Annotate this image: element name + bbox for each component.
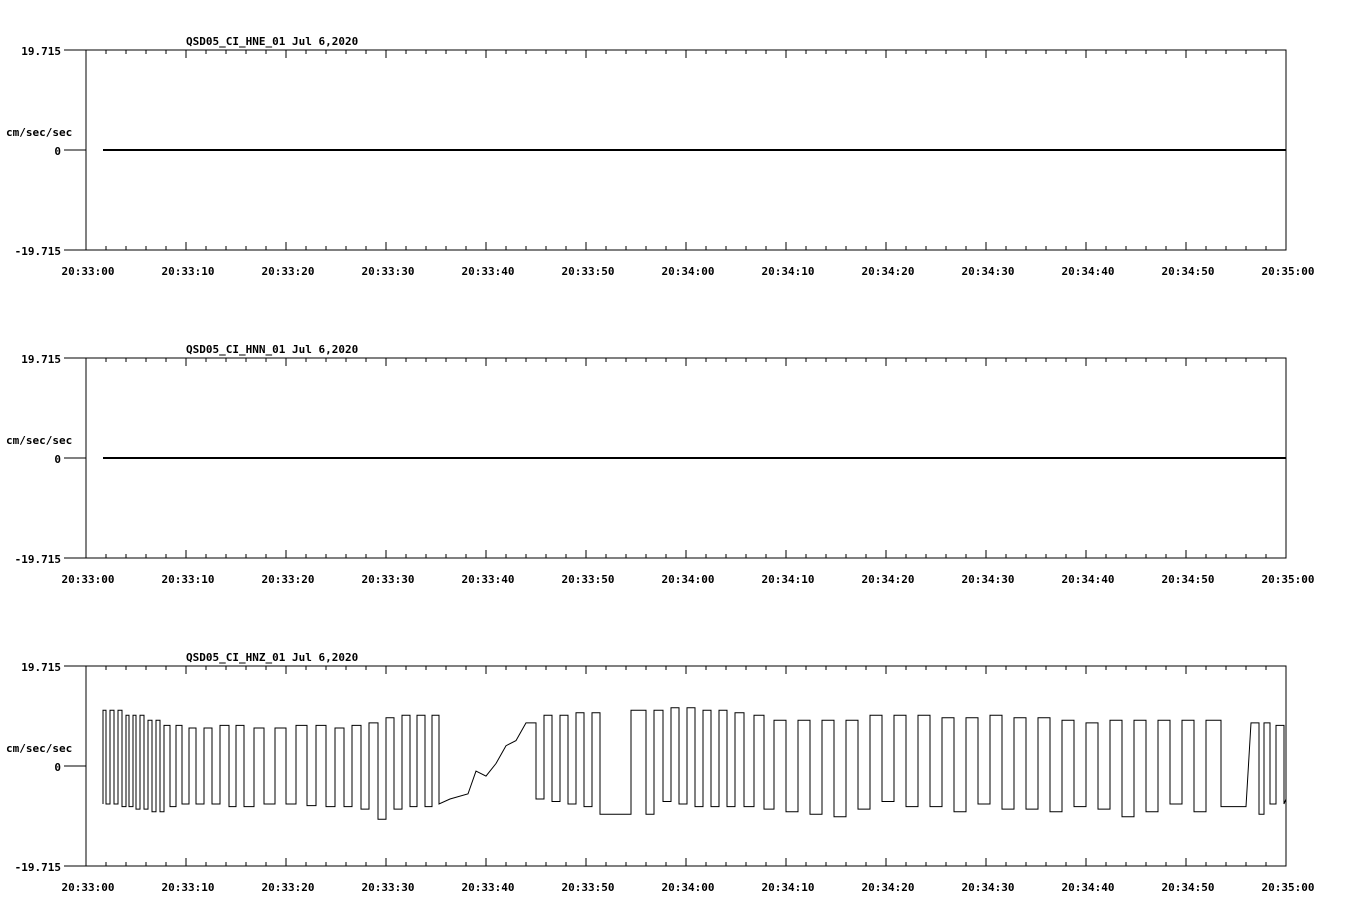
chart-title: QSD05_CI_HNN_01 Jul 6,2020 <box>186 343 358 356</box>
x-tick-label: 20:33:50 <box>562 265 615 278</box>
x-tick-label: 20:34:30 <box>962 573 1015 586</box>
x-tick-label: 20:35:00 <box>1262 573 1315 586</box>
x-tick-label: 20:33:00 <box>62 881 115 894</box>
seismogram-figure: QSD05_CI_HNE_01 Jul 6,2020 cm/sec/sec 19… <box>6 35 1314 894</box>
x-tick-label: 20:33:50 <box>562 881 615 894</box>
x-tick-label: 20:33:10 <box>162 573 215 586</box>
y-tick-label-zero: 0 <box>54 145 61 158</box>
x-tick-label: 20:33:30 <box>362 265 415 278</box>
x-tick-label: 20:33:30 <box>362 573 415 586</box>
x-tick-label: 20:34:40 <box>1062 573 1115 586</box>
x-tick-label: 20:34:00 <box>662 573 715 586</box>
x-tick-label: 20:34:30 <box>962 881 1015 894</box>
y-tick-label-bottom: -19.715 <box>15 245 61 258</box>
x-tick-label: 20:34:20 <box>862 573 915 586</box>
x-tick-label: 20:33:00 <box>62 265 115 278</box>
y-tick-label-top: 19.715 <box>21 353 61 366</box>
y-tick-label-zero: 0 <box>54 453 61 466</box>
x-tick-label: 20:33:20 <box>262 265 315 278</box>
x-tick-label: 20:34:30 <box>962 265 1015 278</box>
x-tick-label: 20:33:00 <box>62 573 115 586</box>
x-tick-label: 20:35:00 <box>1262 881 1315 894</box>
x-tick-label: 20:34:40 <box>1062 265 1115 278</box>
y-tick-label-top: 19.715 <box>21 661 61 674</box>
chart-title: QSD05_CI_HNZ_01 Jul 6,2020 <box>186 651 358 664</box>
y-tick-label-bottom: -19.715 <box>15 553 61 566</box>
x-tick-label: 20:34:50 <box>1162 265 1215 278</box>
x-tick-label: 20:34:00 <box>662 881 715 894</box>
x-tick-label: 20:33:40 <box>462 265 515 278</box>
x-tick-label: 20:34:40 <box>1062 881 1115 894</box>
x-tick-label: 20:33:40 <box>462 573 515 586</box>
x-tick-label: 20:35:00 <box>1262 265 1315 278</box>
x-tick-label: 20:34:20 <box>862 881 915 894</box>
x-tick-label: 20:33:40 <box>462 881 515 894</box>
panel-hne: QSD05_CI_HNE_01 Jul 6,2020 cm/sec/sec 19… <box>6 35 1314 278</box>
x-tick-label: 20:34:00 <box>662 265 715 278</box>
y-tick-label-zero: 0 <box>54 761 61 774</box>
y-axis-label: cm/sec/sec <box>6 742 72 755</box>
panel-hnz: QSD05_CI_HNZ_01 Jul 6,2020 cm/sec/sec 19… <box>6 651 1314 894</box>
chart-title: QSD05_CI_HNE_01 Jul 6,2020 <box>186 35 358 48</box>
x-tick-label: 20:33:10 <box>162 265 215 278</box>
x-tick-label: 20:34:10 <box>762 265 815 278</box>
x-tick-label: 20:33:10 <box>162 881 215 894</box>
panel-hnn: QSD05_CI_HNN_01 Jul 6,2020 cm/sec/sec 19… <box>6 343 1314 586</box>
waveform-trace <box>102 707 1287 820</box>
x-tick-label: 20:34:20 <box>862 265 915 278</box>
x-tick-label: 20:33:20 <box>262 573 315 586</box>
x-tick-label: 20:33:20 <box>262 881 315 894</box>
x-tick-label: 20:34:10 <box>762 881 815 894</box>
y-tick-label-bottom: -19.715 <box>15 861 61 874</box>
y-axis-label: cm/sec/sec <box>6 434 72 447</box>
x-tick-label: 20:33:50 <box>562 573 615 586</box>
x-tick-label: 20:33:30 <box>362 881 415 894</box>
y-axis-label: cm/sec/sec <box>6 126 72 139</box>
x-tick-label: 20:34:10 <box>762 573 815 586</box>
y-tick-label-top: 19.715 <box>21 45 61 58</box>
x-tick-label: 20:34:50 <box>1162 573 1215 586</box>
plot-frame <box>85 665 1287 867</box>
x-tick-label: 20:34:50 <box>1162 881 1215 894</box>
